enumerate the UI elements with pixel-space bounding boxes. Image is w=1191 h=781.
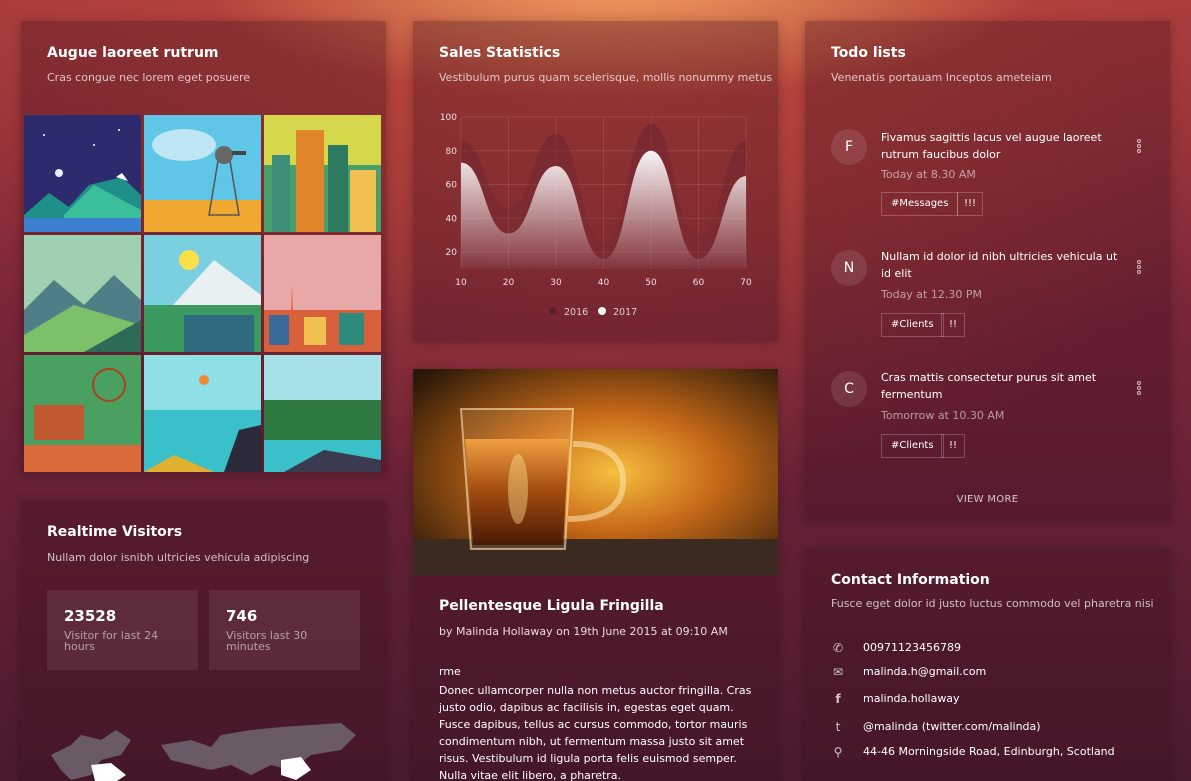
view-more-link[interactable]: VIEW MORE xyxy=(805,494,1170,505)
visitors-card-title: Realtime Visitors xyxy=(47,524,183,540)
sales-card: Sales Statistics Vestibulum purus quam s… xyxy=(413,21,778,341)
gallery-image[interactable] xyxy=(24,355,141,472)
gallery-card: Augue laoreet rutrum Cras congue nec lor… xyxy=(21,21,386,473)
blog-post-body: Donec ullamcorper nulla non metus auctor… xyxy=(439,684,752,781)
gallery-card-subtitle: Cras congue nec lorem eget posuere xyxy=(47,71,251,84)
x-tick-label: 60 xyxy=(693,278,705,288)
blog-post-title[interactable]: Pellentesque Ligula Fringilla xyxy=(439,598,664,614)
legend-label-2016: 2016 xyxy=(564,307,588,318)
todo-time: Today at 12.30 PM xyxy=(881,288,982,301)
y-tick-label: 100 xyxy=(440,113,457,123)
todo-priority-tag[interactable]: !! xyxy=(941,313,966,337)
gallery-image[interactable] xyxy=(144,115,261,232)
facebook-icon: f xyxy=(835,692,841,706)
todo-time: Today at 8.30 AM xyxy=(881,168,976,181)
blog-post-byline: by Malinda Hollaway on 19th June 2015 at… xyxy=(439,625,728,638)
gallery-image[interactable] xyxy=(264,115,381,232)
todo-text: Nullam id dolor id nibh ultricies vehicu… xyxy=(881,250,1118,280)
contact-twitter-text[interactable]: @malinda (twitter.com/malinda) xyxy=(863,718,1041,736)
y-tick-label: 80 xyxy=(446,147,458,157)
contact-email-text[interactable]: malinda.h@gmail.com xyxy=(863,663,986,681)
visitor-stat-24h: 23528 Visitor for last 24 hours xyxy=(47,590,198,670)
mail-icon: ✉ xyxy=(832,665,844,679)
legend-marker-2016 xyxy=(549,307,557,315)
stat-value: 746 xyxy=(226,607,258,625)
sales-area-chart: 20 40 60 80 100 10 20 30 40 50 60 70 2016 2017 xyxy=(440,113,752,318)
gallery-image[interactable] xyxy=(24,235,141,352)
todo-priority-tag[interactable]: !!! xyxy=(957,192,984,216)
todo-item[interactable]: C Cras mattis consectetur purus sit amet… xyxy=(831,371,1151,471)
gallery-card-title: Augue laoreet rutrum xyxy=(47,45,219,61)
contact-address-text: 44-46 Morningside Road, Edinburgh, Scotl… xyxy=(863,745,1115,758)
todo-tag[interactable]: #Clients xyxy=(881,313,944,337)
visitors-card-subtitle: Nullam dolor isnibh ultricies vehicula a… xyxy=(47,551,310,564)
gallery-image[interactable] xyxy=(264,235,381,352)
twitter-icon: t xyxy=(835,720,841,734)
x-tick-label: 20 xyxy=(503,278,515,288)
todo-card: Todo lists Venenatis portauam Inceptos a… xyxy=(805,21,1170,521)
visitors-card: Realtime Visitors Nullam dolor isnibh ul… xyxy=(21,500,386,781)
contact-card: Contact Information Fusce eget dolor id … xyxy=(805,548,1170,781)
y-tick-label: 40 xyxy=(446,214,458,224)
blog-post-lead: rme xyxy=(439,665,461,678)
tea-cup-photo[interactable] xyxy=(413,369,778,575)
gallery-image[interactable] xyxy=(144,235,261,352)
contact-card-subtitle: Fusce eget dolor id justo luctus commodo… xyxy=(831,597,1154,610)
todo-priority-tag[interactable]: !! xyxy=(941,434,966,458)
gallery-image[interactable] xyxy=(24,115,141,232)
x-tick-label: 30 xyxy=(550,278,562,288)
world-map xyxy=(51,723,356,781)
gallery-image[interactable] xyxy=(264,355,381,472)
stat-label: Visitor for last 24 hours xyxy=(64,629,159,653)
todo-text: Cras mattis consectetur purus sit amet f… xyxy=(881,371,1097,401)
x-tick-label: 70 xyxy=(740,278,752,288)
avatar: C xyxy=(831,371,867,407)
blog-card: Pellentesque Ligula Fringilla by Malinda… xyxy=(413,369,778,781)
todo-tag[interactable]: #Clients xyxy=(881,434,944,458)
legend-marker-2017 xyxy=(598,307,606,315)
todo-card-subtitle: Venenatis portauam Inceptos ameteiam xyxy=(831,71,1052,84)
x-tick-label: 10 xyxy=(455,278,467,288)
y-tick-label: 20 xyxy=(446,248,458,258)
image-gallery xyxy=(24,115,383,472)
todo-card-title: Todo lists xyxy=(831,45,906,61)
more-options-icon[interactable] xyxy=(1137,139,1141,153)
gallery-image[interactable] xyxy=(144,355,261,472)
todo-item[interactable]: F Fivamus sagittis lacus vel augue laore… xyxy=(831,129,1151,229)
legend-label-2017: 2017 xyxy=(613,307,637,318)
visitor-stat-30m: 746 Visitors last 30 minutes xyxy=(209,590,360,670)
avatar: F xyxy=(831,129,867,165)
avatar: N xyxy=(831,250,867,286)
todo-item[interactable]: N Nullam id dolor id nibh ultricies vehi… xyxy=(831,250,1151,350)
contact-facebook-text[interactable]: malinda.hollaway xyxy=(863,690,960,708)
x-tick-label: 50 xyxy=(645,278,657,288)
more-options-icon[interactable] xyxy=(1137,381,1141,395)
more-options-icon[interactable] xyxy=(1137,260,1141,274)
contact-card-title: Contact Information xyxy=(831,572,990,588)
stat-value: 23528 xyxy=(64,607,117,625)
todo-tag[interactable]: #Messages xyxy=(881,192,959,216)
contact-phone-text[interactable]: 00971123456789 xyxy=(863,639,961,657)
stat-label: Visitors last 30 minutes xyxy=(226,629,308,653)
location-icon: ⚲ xyxy=(833,745,843,759)
todo-text: Fivamus sagittis lacus vel augue laoreet… xyxy=(881,131,1102,161)
x-tick-label: 40 xyxy=(598,278,610,288)
phone-icon: ✆ xyxy=(832,641,844,655)
todo-time: Tomorrow at 10.30 AM xyxy=(881,409,1005,422)
y-tick-label: 60 xyxy=(446,181,458,191)
